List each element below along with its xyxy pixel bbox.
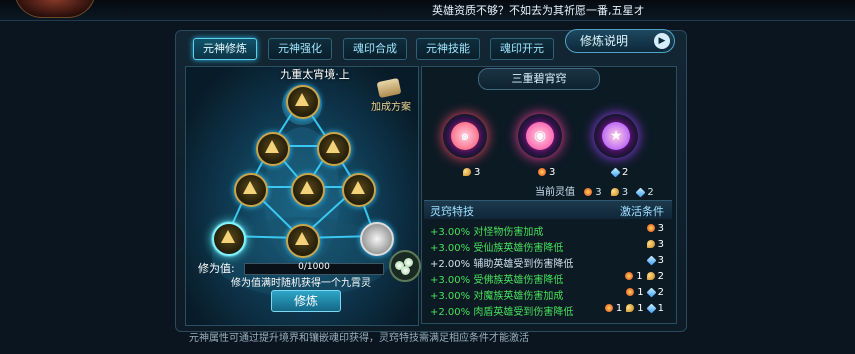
bonus-plan-link[interactable]: 加成方案 [371, 98, 411, 113]
fire-gem-icon [604, 304, 613, 312]
skill-row: +3.00% 受佛族英雄伤害降低 1 2 [428, 270, 670, 286]
skill-conditions: 3 [643, 239, 664, 250]
cultivate-help-label: 修炼说明 [580, 34, 629, 48]
skill-text: +2.00% 辅助英雄受到伤害降低 [430, 259, 574, 270]
cultivation-hint: 修为值满时随机获得一个九霄灵 [231, 278, 371, 289]
moon-gem-icon [646, 272, 655, 280]
tab-spirit-enhance[interactable]: 元神强化 [268, 38, 332, 60]
orb-requirement: 3 [538, 167, 555, 178]
cultivate-help-button[interactable]: 修炼说明 ▶ [565, 29, 675, 53]
hero-portrait[interactable] [14, 0, 96, 18]
moon-gem-icon [463, 168, 471, 176]
skill-text: +3.00% 对怪物伤害加成 [430, 227, 544, 238]
fire-gem-icon [625, 272, 634, 280]
skill-conditions: 12 [621, 271, 664, 282]
tab-seal-open[interactable]: 魂印开元 [490, 38, 554, 60]
cultivation-node[interactable] [291, 173, 325, 207]
skill-text: +3.00% 受佛族英雄伤害降低 [430, 275, 564, 286]
cultivation-node[interactable] [317, 132, 351, 166]
tab-seal-combine[interactable]: 魂印合成 [343, 38, 407, 60]
footer-note: 元神属性可通过提升境界和镶嵌魂印获得，灵窍特技需满足相应条件才能激活 [189, 333, 529, 344]
current-spirit-label: 当前灵值 [535, 187, 575, 198]
moon-gem-icon [626, 304, 635, 312]
progress-text: 0/1000 [298, 262, 330, 272]
spirit-orb-fire[interactable]: ◉ [518, 114, 562, 158]
star-gem-icon [610, 167, 621, 177]
star-gem-icon [646, 303, 657, 313]
moon-gem-icon [646, 240, 655, 248]
cultivate-button[interactable]: 修炼 [271, 290, 341, 312]
skill-text: +2.00% 肉盾英雄受到伤害降低 [430, 307, 574, 318]
current-spirit-values: 当前灵值 3 3 2 [535, 187, 654, 198]
fire-gem-icon [538, 168, 546, 176]
skill-text: +3.00% 对魔族英雄伤害加成 [430, 291, 564, 302]
eye-icon: ◉ [526, 122, 554, 150]
skill-conditions: 111 [601, 303, 664, 314]
arrow-right-icon: ▶ [654, 33, 670, 49]
skill-conditions: 12 [622, 287, 664, 298]
skill-conditions: 3 [643, 223, 664, 234]
skill-row: +3.00% 对怪物伤害加成 3 [428, 222, 670, 238]
cultivation-node[interactable] [256, 132, 290, 166]
cultivation-node[interactable] [286, 85, 320, 119]
skill-row: +2.00% 肉盾英雄受到伤害降低 1 1 1 [428, 302, 670, 318]
cultivation-node-empty[interactable] [360, 222, 394, 256]
moon-gem-icon [610, 188, 619, 196]
orb-requirement: 3 [463, 167, 480, 178]
skill-row: +3.00% 受仙族英雄伤害降低 3 [428, 238, 670, 254]
skills-header: 灵窍特技 激活条件 [424, 200, 672, 219]
spirit-pearl-icon[interactable] [389, 250, 421, 282]
realm-title: 九重太宵境·上 [280, 68, 350, 81]
skill-text: +3.00% 受仙族英雄伤害降低 [430, 243, 564, 254]
fire-gem-icon [584, 188, 593, 196]
cultivation-node-selected[interactable] [212, 222, 246, 256]
cultivation-label: 修为值: [198, 262, 235, 275]
orb-requirement: 2 [610, 167, 628, 178]
cultivation-node[interactable] [342, 173, 376, 207]
fire-gem-icon [626, 288, 635, 296]
star-gem-icon [646, 287, 657, 297]
skill-row: +3.00% 对魔族英雄伤害加成 1 2 [428, 286, 670, 302]
cultivation-node[interactable] [234, 173, 268, 207]
spirit-orb-star[interactable]: ★ [594, 114, 638, 158]
marquee-text: 英雄资质不够？不如去为其祈愿一番,五星オ [432, 4, 645, 17]
skills-header-title: 灵窍特技 [430, 205, 474, 218]
tab-spirit-cultivate[interactable]: 元神修炼 [193, 38, 257, 60]
skill-row: +2.00% 辅助英雄受到伤害降低 3 [428, 254, 670, 270]
cultivation-node[interactable] [286, 224, 320, 258]
swirl-icon: ๑ [451, 122, 479, 150]
skill-conditions: 3 [644, 255, 664, 266]
star-gem-icon [635, 187, 646, 197]
top-bar: 英雄资质不够？不如去为其祈愿一番,五星オ [0, 0, 855, 21]
tab-spirit-skill[interactable]: 元神技能 [416, 38, 480, 60]
acupoint-title: 三重碧宵窍 [478, 68, 600, 90]
star-gem-icon [646, 255, 657, 265]
spirit-orb-moon[interactable]: ๑ [443, 114, 487, 158]
star-icon: ★ [602, 122, 630, 150]
skills-header-condition: 激活条件 [620, 205, 664, 218]
fire-gem-icon [646, 224, 655, 232]
